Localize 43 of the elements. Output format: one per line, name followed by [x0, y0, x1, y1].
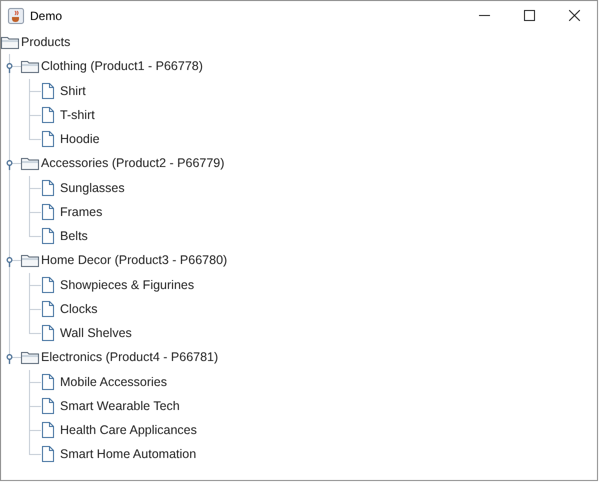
file-icon: [42, 446, 54, 462]
tree-node[interactable]: Sunglasses: [59, 180, 126, 196]
expand-handle-icon[interactable]: [6, 160, 13, 170]
tree-node[interactable]: Products: [20, 34, 72, 50]
file-icon: [42, 131, 54, 148]
file-icon: [42, 106, 54, 123]
file-icon: [42, 180, 54, 196]
folder-icon: [21, 156, 39, 170]
tree-node[interactable]: T-shirt: [59, 106, 96, 123]
file-icon: [42, 204, 54, 220]
tree-node[interactable]: Hoodie: [59, 131, 101, 148]
tree-node[interactable]: Health Care Applicances: [59, 422, 198, 438]
tree-node[interactable]: Smart Home Automation: [59, 446, 198, 462]
tree-node[interactable]: Showpieces & Figurines: [59, 276, 196, 293]
maximize-icon: [524, 10, 535, 21]
window-title: Demo: [30, 8, 62, 22]
file-icon: [42, 374, 54, 390]
tree-node[interactable]: Accessories (Product2 - P66779): [40, 155, 226, 172]
folder-icon: [21, 60, 39, 73]
tree-node[interactable]: Belts: [59, 228, 89, 244]
folder-icon: [21, 254, 39, 267]
expand-handle-icon[interactable]: [6, 354, 13, 364]
file-icon: [42, 228, 54, 244]
tree-node[interactable]: Shirt: [59, 82, 87, 99]
close-icon: [569, 10, 580, 21]
file-icon: [42, 325, 54, 342]
folder-icon: [21, 350, 39, 364]
tree-node[interactable]: Frames: [59, 204, 104, 220]
file-icon: [42, 300, 54, 317]
app-icon: [8, 8, 24, 24]
expand-handle-icon[interactable]: [6, 63, 13, 74]
tree-node[interactable]: Electronics (Product4 - P66781): [40, 349, 220, 366]
tree-node[interactable]: Home Decor (Product3 - P66780): [40, 252, 228, 268]
file-icon: [42, 422, 54, 438]
tree-node[interactable]: Clocks: [59, 300, 99, 317]
expand-handle-icon[interactable]: [6, 257, 13, 268]
file-icon: [42, 398, 54, 414]
file-icon: [42, 276, 54, 293]
tree-node[interactable]: Clothing (Product1 - P66778): [40, 58, 204, 74]
tree-node[interactable]: Mobile Accessories: [59, 374, 168, 390]
tree-node[interactable]: Smart Wearable Tech: [59, 398, 181, 414]
file-icon: [42, 82, 54, 99]
tree-node[interactable]: Wall Shelves: [59, 325, 133, 342]
